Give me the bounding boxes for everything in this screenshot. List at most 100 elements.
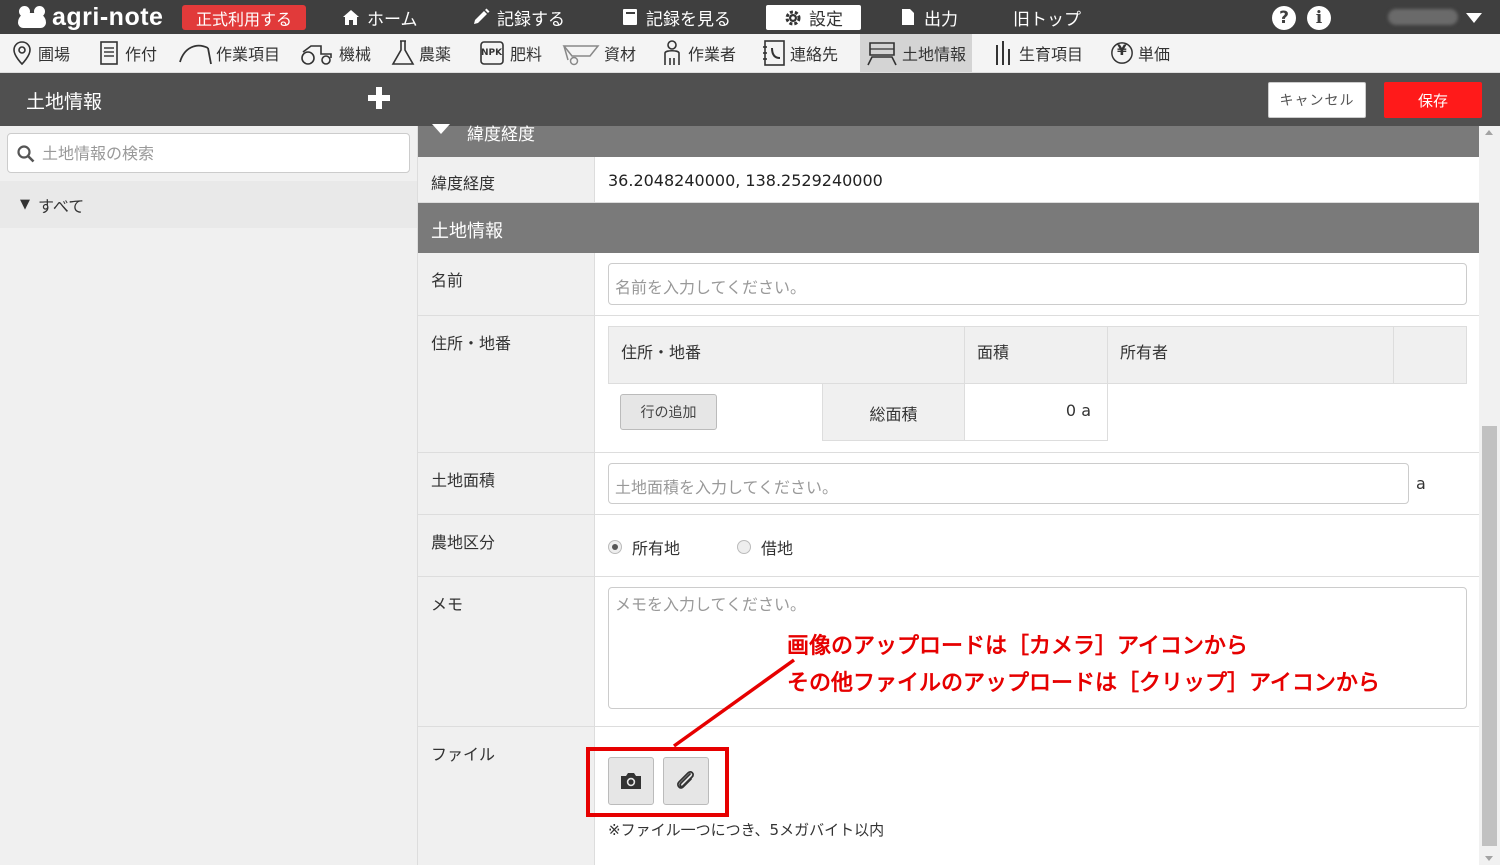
frog-logo-icon (18, 6, 46, 28)
expand-triangle-icon[interactable]: ▼ (20, 197, 30, 212)
radio-leased[interactable]: 借地 (737, 535, 793, 559)
land-icon (866, 40, 898, 66)
latlng-section-header[interactable]: 緯度経度 (418, 124, 1480, 157)
menu-item-label: 土地情報 (902, 45, 967, 64)
person-icon (660, 40, 684, 66)
land-section-header: 土地情報 (418, 203, 1480, 253)
section-title: 土地情報 (431, 221, 503, 242)
nav-view-records[interactable]: 記録を見る (621, 0, 731, 34)
nav-record[interactable]: 記録する (472, 0, 565, 34)
owner-col-header: 所有者 (1107, 326, 1394, 384)
tractor-icon (299, 40, 335, 66)
info-icon[interactable]: i (1307, 6, 1331, 30)
menu-item-land-info[interactable]: 土地情報 (860, 34, 973, 72)
address-col-header: 住所・地番 (608, 326, 965, 384)
gear-icon (784, 9, 802, 27)
radio-owned[interactable]: 所有地 (608, 535, 680, 559)
nav-home-label: ホーム (367, 9, 418, 30)
home-icon (342, 8, 360, 26)
field-label: 農地区分 (418, 515, 595, 576)
sickle-icon (178, 40, 212, 66)
page-header: 土地情報 キャンセル 保存 (0, 73, 1500, 126)
search-input[interactable] (42, 142, 402, 164)
menu-item-label: 肥料 (510, 45, 543, 64)
menu-item-label: 圃場 (38, 45, 71, 64)
menu-item-label: 農薬 (419, 45, 452, 64)
address-row: 住所・地番 住所・地番 面積 所有者 行の追加 総面積 0 a (418, 316, 1480, 453)
add-row-button[interactable]: 行の追加 (620, 394, 717, 430)
menu-item-unit-price[interactable]: ¥ 単価 (1110, 34, 1170, 72)
phone-book-icon (762, 40, 786, 66)
name-input[interactable]: 名前を入力してください。 (608, 263, 1467, 305)
land-area-row: 土地面積 土地面積を入力してください。 a (418, 453, 1480, 515)
menu-item-label: 作付 (125, 45, 158, 64)
menu-item-growth[interactable]: 生育項目 (991, 34, 1083, 72)
name-row: 名前 名前を入力してください。 (418, 253, 1480, 316)
yen-icon: ¥ (1110, 40, 1134, 66)
document-icon (97, 40, 121, 66)
menu-item-machine[interactable]: 機械 (299, 34, 371, 72)
menu-item-contact[interactable]: 連絡先 (762, 34, 838, 72)
menu-item-label: 資材 (604, 45, 637, 64)
pencil-icon (472, 8, 490, 26)
user-name[interactable] (1388, 9, 1458, 25)
menu-item-label: 連絡先 (790, 45, 839, 64)
nav-old-top[interactable]: 旧トップ (1013, 0, 1081, 34)
nav-settings-label: 設定 (809, 10, 843, 30)
action-col-header (1393, 326, 1467, 384)
menu-item-work-item[interactable]: 作業項目 (178, 34, 280, 72)
nav-export-label: 出力 (924, 9, 958, 30)
tree-item-label: すべて (38, 196, 85, 216)
field-label: 土地面積 (418, 453, 595, 514)
flask-icon (391, 40, 415, 66)
nav-old-top-label: 旧トップ (1013, 9, 1081, 30)
menu-item-material[interactable]: 資材 (562, 34, 636, 72)
land-form: 緯度経度 緯度経度 36.2048240000, 138.2529240000 … (417, 124, 1480, 865)
scroll-thumb[interactable] (1482, 426, 1497, 846)
nav-settings[interactable]: 設定 (766, 5, 861, 30)
field-label: 緯度経度 (418, 157, 595, 202)
menu-item-label: 機械 (339, 45, 372, 64)
logo-text: agri-note (52, 2, 164, 31)
field-label: ファイル (418, 727, 595, 865)
land-area-unit: a (1416, 474, 1426, 493)
land-search[interactable] (7, 133, 410, 173)
pin-icon (10, 40, 34, 66)
file-size-note: ※ファイル一つにつき、5メガバイト以内 (608, 821, 885, 839)
menu-item-worker[interactable]: 作業者 (660, 34, 736, 72)
plan-upgrade-button[interactable]: 正式利用する (182, 5, 306, 30)
scroll-down-arrow-icon[interactable] (1485, 856, 1493, 861)
page-title: 土地情報 (26, 91, 103, 113)
annotation-clip-text: その他ファイルのアップロードは［クリップ］アイコンから (787, 671, 1380, 696)
nav-home[interactable]: ホーム (342, 0, 418, 34)
radio-label: 借地 (761, 539, 794, 558)
app-logo[interactable]: agri-note (18, 2, 164, 31)
radio-dot-selected[interactable] (608, 540, 622, 554)
top-bar: agri-note 正式利用する ホーム 記録する 記録を見る 設定 出力 旧ト… (0, 0, 1500, 34)
menu-item-label: 作業者 (688, 45, 737, 64)
latlng-value: 36.2048240000, 138.2529240000 (608, 171, 883, 190)
main-scrollbar[interactable] (1479, 126, 1500, 865)
cancel-button[interactable]: キャンセル (1268, 82, 1366, 118)
scroll-up-arrow-icon[interactable] (1485, 130, 1493, 135)
land-area-input[interactable]: 土地面積を入力してください。 (608, 463, 1409, 504)
save-button[interactable]: 保存 (1384, 82, 1482, 118)
user-menu-caret-icon[interactable] (1466, 13, 1482, 23)
collapse-triangle-icon[interactable] (432, 124, 450, 134)
field-label: 名前 (418, 253, 595, 315)
radio-dot[interactable] (737, 540, 751, 554)
nav-export[interactable]: 出力 (899, 0, 958, 34)
tree-item-all[interactable]: ▼ すべて (0, 181, 417, 228)
radio-label: 所有地 (632, 539, 681, 558)
nav-view-records-label: 記録を見る (646, 9, 731, 30)
add-land-button[interactable] (366, 85, 392, 111)
total-area-value: 0 a (964, 383, 1108, 441)
menu-item-label: 単価 (1138, 45, 1171, 64)
farmland-type-row: 農地区分 所有地 借地 (418, 515, 1480, 577)
menu-item-field[interactable]: 圃場 (10, 34, 70, 72)
menu-item-pesticide[interactable]: 農薬 (391, 34, 451, 72)
menu-item-fertilizer[interactable]: NPK 肥料 (478, 34, 542, 72)
help-icon[interactable]: ? (1272, 6, 1296, 30)
menu-item-crop[interactable]: 作付 (97, 34, 157, 72)
file-row: ファイル ※ファイル一つにつき、5メガバイト以内 (418, 727, 1480, 865)
